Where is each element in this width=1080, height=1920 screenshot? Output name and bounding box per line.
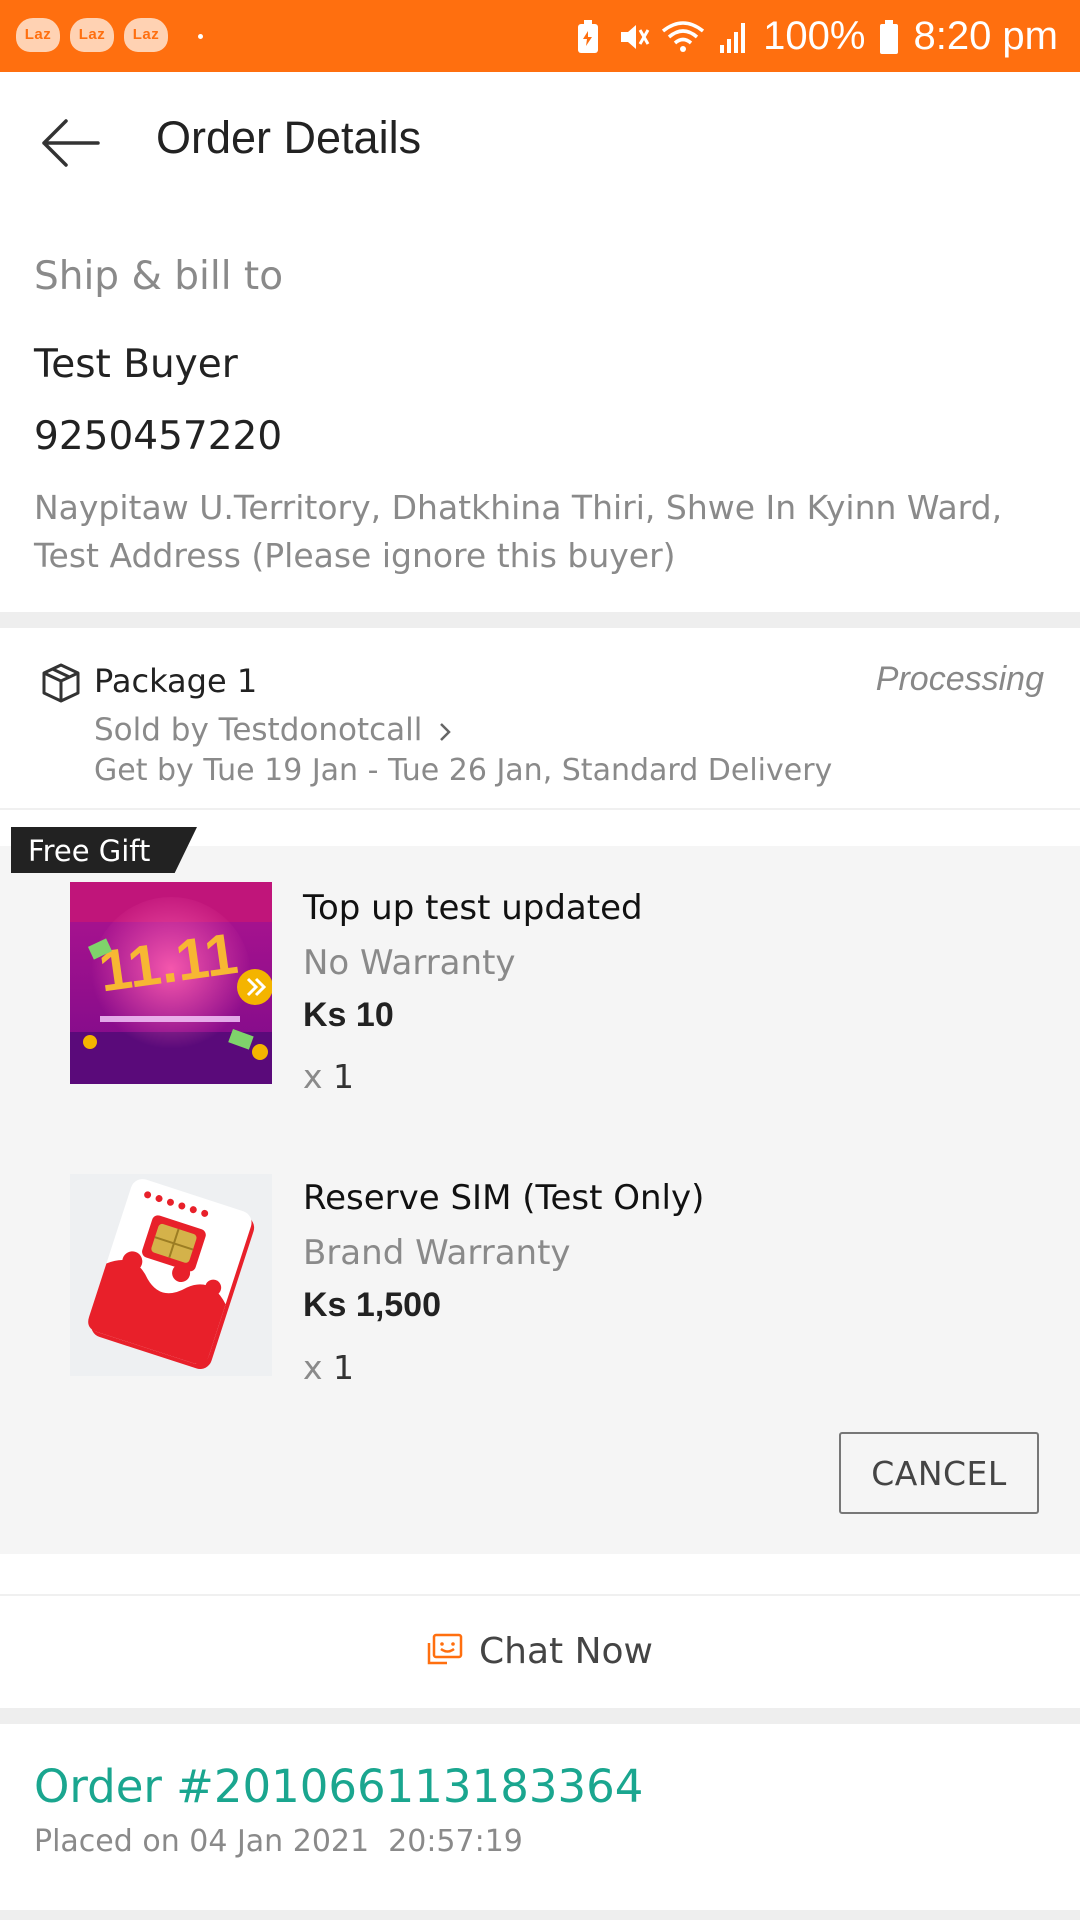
item-name[interactable]: Reserve SIM (Test Only) bbox=[303, 1178, 704, 1218]
spacer bbox=[0, 1554, 1080, 1594]
ship-bill-label: Ship & bill to bbox=[34, 254, 284, 299]
divider bbox=[0, 808, 1080, 810]
status-bar: Laz Laz Laz 100% 8:20 pm bbox=[0, 0, 1080, 72]
back-button[interactable] bbox=[40, 115, 100, 171]
battery-saver-icon bbox=[573, 19, 603, 53]
chat-now-label: Chat Now bbox=[479, 1630, 653, 1672]
item-name[interactable]: Top up test updated bbox=[303, 888, 643, 928]
bottom-divider bbox=[0, 1910, 1080, 1920]
section-divider bbox=[0, 1708, 1080, 1724]
wifi-icon bbox=[661, 19, 705, 53]
package-status: Processing bbox=[875, 660, 1044, 698]
delivery-estimate: Get by Tue 19 Jan - Tue 26 Jan, Standard… bbox=[94, 753, 833, 788]
item-quantity: x 1 bbox=[303, 1057, 355, 1096]
free-gift-label: Free Gift bbox=[28, 834, 151, 868]
clock: 8:20 pm bbox=[913, 13, 1058, 58]
signal-icon bbox=[719, 19, 749, 53]
chat-icon bbox=[427, 1633, 463, 1665]
lazada-notification-icon: Laz bbox=[16, 18, 60, 52]
lazada-notification-icon: Laz bbox=[124, 18, 168, 52]
item-warranty: No Warranty bbox=[303, 943, 516, 983]
item-warranty: Brand Warranty bbox=[303, 1233, 571, 1273]
chevron-right-icon bbox=[440, 722, 452, 741]
package-title: Package 1 bbox=[94, 662, 258, 700]
buyer-phone: 9250457220 bbox=[34, 414, 283, 459]
order-number: Order #201066113183364 bbox=[34, 1760, 644, 1813]
page-title: Order Details bbox=[156, 112, 422, 163]
item-price: Ks 1,500 bbox=[303, 1286, 441, 1324]
item-thumbnail-sim[interactable] bbox=[70, 1174, 272, 1376]
lazada-notification-icon: Laz bbox=[70, 18, 114, 52]
buyer-address: Naypitaw U.Territory, Dhatkhina Thiri, S… bbox=[34, 488, 1003, 575]
arrow-left-icon bbox=[42, 119, 100, 167]
item-price: Ks 10 bbox=[303, 996, 394, 1034]
item-quantity: x 1 bbox=[303, 1348, 355, 1387]
order-placed-date: Placed on 04 Jan 2021 20:57:19 bbox=[34, 1824, 523, 1859]
package-box-icon bbox=[40, 662, 82, 704]
chat-now-button[interactable]: Chat Now bbox=[0, 1594, 1080, 1708]
battery-icon bbox=[879, 19, 899, 54]
buyer-name: Test Buyer bbox=[34, 342, 238, 387]
seller-label: Sold by Testdonotcall bbox=[94, 712, 423, 748]
battery-percent: 100% bbox=[763, 13, 866, 58]
more-notifications-dot bbox=[198, 34, 203, 39]
item-thumbnail-topup[interactable]: 11.11 bbox=[70, 882, 272, 1084]
mute-icon bbox=[617, 19, 650, 53]
seller-link[interactable]: Sold by Testdonotcall bbox=[94, 712, 454, 748]
section-divider bbox=[0, 612, 1080, 628]
cancel-button[interactable]: CANCEL bbox=[839, 1432, 1039, 1514]
